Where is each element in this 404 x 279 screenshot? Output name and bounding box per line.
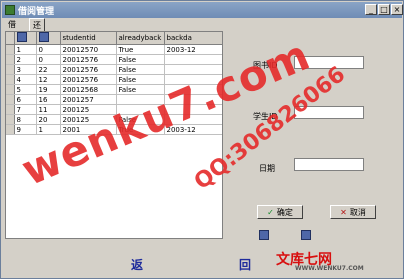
table-cell[interactable]: 2003-12 <box>164 44 222 55</box>
confirm-button[interactable]: ✓ 确定 <box>257 205 303 219</box>
minimize-button[interactable]: _ <box>365 4 377 15</box>
table-cell[interactable] <box>6 84 15 95</box>
table-cell[interactable] <box>6 94 15 105</box>
table-row[interactable]: 1 0 20012570 True 2003-12 <box>6 44 222 55</box>
table-cell[interactable]: 11 <box>36 104 61 115</box>
header-alreadyback[interactable]: alreadyback <box>116 32 165 45</box>
table-cell[interactable]: 6 <box>14 94 37 105</box>
title-bar: 借阅管理 _ □ × <box>2 2 403 18</box>
table-cell[interactable]: 22 <box>36 64 61 75</box>
table-cell[interactable]: 12 <box>36 74 61 85</box>
table-cell[interactable] <box>6 64 15 75</box>
header-icon-cell <box>36 32 61 45</box>
table-cell[interactable]: 0 <box>36 54 61 65</box>
table-cell[interactable]: 1 <box>14 44 37 55</box>
grid-header-row: studentid alreadyback backda <box>6 32 222 45</box>
app-icon <box>5 5 15 15</box>
table-cell[interactable]: 20012570 <box>60 44 117 55</box>
cancel-icon: ✕ <box>340 207 347 217</box>
table-cell[interactable]: False <box>116 54 165 65</box>
header-backdate[interactable]: backda <box>164 32 222 45</box>
table-cell[interactable] <box>6 44 15 55</box>
header-icon-cell <box>14 32 37 45</box>
table-cell[interactable]: 9 <box>14 124 37 135</box>
table-cell[interactable]: 2 <box>14 54 37 65</box>
table-cell[interactable] <box>6 114 15 125</box>
maximize-button[interactable]: □ <box>378 4 390 15</box>
table-cell[interactable]: 3 <box>14 64 37 75</box>
table-cell[interactable]: 20012576 <box>60 64 117 75</box>
table-cell[interactable]: 20 <box>36 114 61 125</box>
header-studentid[interactable]: studentid <box>60 32 117 45</box>
table-cell[interactable] <box>164 54 222 65</box>
table-cell[interactable] <box>6 54 15 65</box>
toolbar-icon-left[interactable] <box>259 230 269 240</box>
horizontal-scrollbar[interactable] <box>5 239 223 248</box>
table-cell[interactable]: 0 <box>36 44 61 55</box>
table-cell[interactable]: 4 <box>14 74 37 85</box>
table-cell[interactable]: False <box>116 64 165 75</box>
table-cell[interactable]: 7 <box>14 104 37 115</box>
watermark-url: WWW.WENKU7.COM <box>295 265 364 272</box>
table-cell[interactable]: 5 <box>14 84 37 95</box>
table-cell[interactable]: True <box>116 44 165 55</box>
table-cell[interactable]: False <box>116 74 165 85</box>
table-cell[interactable] <box>6 74 15 85</box>
close-button[interactable]: × <box>391 4 403 15</box>
table-cell[interactable]: 19 <box>36 84 61 95</box>
table-cell[interactable]: 20012568 <box>60 84 117 95</box>
date-field[interactable] <box>294 158 364 171</box>
table-row[interactable]: 3 22 20012576 False <box>6 64 222 75</box>
table-cell[interactable]: 2001257 <box>60 94 117 105</box>
window-title: 借阅管理 <box>18 7 55 17</box>
table-cell[interactable] <box>6 124 15 135</box>
table-cell[interactable]: 16 <box>36 94 61 105</box>
toolbar-icon-right[interactable] <box>301 230 311 240</box>
table-cell[interactable]: 8 <box>14 114 37 125</box>
table-cell[interactable]: 20012576 <box>60 74 117 85</box>
table-row[interactable]: 2 0 20012576 False <box>6 54 222 65</box>
check-icon: ✓ <box>267 207 274 217</box>
return-button[interactable]: 返回 <box>131 256 251 276</box>
table-cell[interactable]: 20012576 <box>60 54 117 65</box>
tab-borrow[interactable]: 借书 <box>5 18 19 40</box>
date-label: 日期 <box>259 164 275 173</box>
table-cell[interactable] <box>6 104 15 115</box>
cancel-button[interactable]: ✕ 取消 <box>330 205 376 219</box>
tab-return[interactable]: 还书 <box>29 18 45 41</box>
